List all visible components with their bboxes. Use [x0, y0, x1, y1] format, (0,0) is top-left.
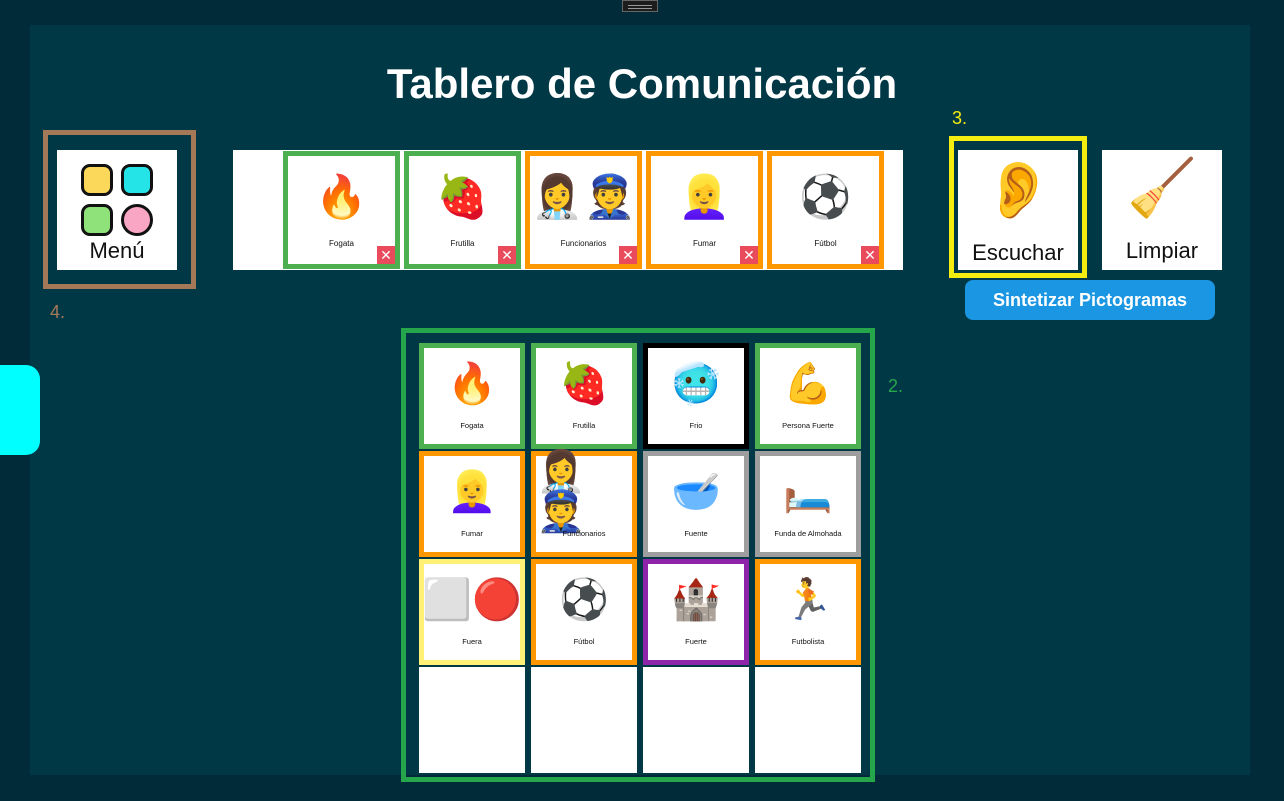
- pictogram-icon: ⚽: [799, 173, 852, 220]
- side-drawer-tab[interactable]: [0, 365, 40, 455]
- drag-handle-icon[interactable]: [622, 0, 658, 12]
- close-icon[interactable]: ✕: [377, 246, 395, 264]
- board-cell-label: Fuente: [684, 529, 708, 538]
- pictogram-icon: 👩‍⚕️👮: [536, 450, 586, 534]
- strip-card[interactable]: 🍓 Frutilla ✕: [404, 151, 521, 269]
- pictogram-icon: 🏃: [783, 578, 833, 622]
- empty-cell: [419, 667, 525, 773]
- menu-tile: [81, 164, 113, 196]
- board-cell[interactable]: 🔥 Fogata: [419, 343, 525, 449]
- close-icon[interactable]: ✕: [740, 246, 758, 264]
- board-cell[interactable]: 🛏️ Funda de Almohada: [755, 451, 861, 557]
- board-cell[interactable]: 🥶 Frio: [643, 343, 749, 449]
- close-icon[interactable]: ✕: [498, 246, 516, 264]
- pictogram-icon: 🏰: [671, 578, 721, 622]
- pictogram-board: 🔥 Fogata 🍓 Frutilla 🥶 Frio 💪 Persona Fuerte 👱‍♀️…: [416, 340, 862, 774]
- board-cell-label: Frutilla: [572, 421, 596, 430]
- listen-button[interactable]: 👂 Escuchar: [958, 150, 1078, 270]
- empty-cell: [531, 667, 637, 773]
- sentence-strip: 🔥 Fogata ✕ 🍓 Frutilla ✕ 👩‍⚕️👮 Funcionarios ✕ 👱‍♀️…: [233, 150, 903, 270]
- synthesize-button[interactable]: Sintetizar Pictogramas: [965, 280, 1215, 320]
- page-title: Tablero de Comunicación: [386, 60, 898, 107]
- empty-cell: [755, 667, 861, 773]
- board-cell[interactable]: 💪 Persona Fuerte: [755, 343, 861, 449]
- grid-icon: [81, 164, 153, 236]
- pictogram-icon: 🥶: [671, 362, 721, 406]
- board-cell[interactable]: 👩‍⚕️👮 Funcionarios: [531, 451, 637, 557]
- board-cell-label: Funcionarios: [562, 529, 606, 538]
- callout-3-label: 3.: [952, 108, 968, 128]
- pictogram-icon: 👱‍♀️: [447, 470, 497, 514]
- listen-label: Escuchar: [972, 240, 1064, 265]
- strip-card[interactable]: 🔥 Fogata ✕: [283, 151, 400, 269]
- pictogram-icon: 🔥: [315, 173, 368, 220]
- board-cell-label: Persona Fuerte: [782, 421, 834, 430]
- pictogram-icon: ⬜🔴: [422, 578, 522, 622]
- menu-tile: [121, 204, 153, 236]
- callout-2-label: 2.: [888, 376, 904, 396]
- board-cell-label: Fútbol: [573, 637, 595, 646]
- board-cell[interactable]: 🥣 Fuente: [643, 451, 749, 557]
- menu-tile: [121, 164, 153, 196]
- close-icon[interactable]: ✕: [619, 246, 637, 264]
- pictogram-icon: 👩‍⚕️👮: [531, 173, 636, 220]
- ear-icon: 👂: [983, 158, 1053, 221]
- clear-label: Limpiar: [1125, 238, 1199, 263]
- board-cell[interactable]: ⬜🔴 Fuera: [419, 559, 525, 665]
- board-cell-label: Frio: [689, 421, 703, 430]
- pictogram-icon: 🛏️: [783, 470, 833, 514]
- clear-button[interactable]: 🧹 Limpiar: [1102, 150, 1222, 270]
- board-cell[interactable]: 🏰 Fuerte: [643, 559, 749, 665]
- board-cell-label: Fuerte: [685, 637, 707, 646]
- board-cell-label: Fuera: [462, 637, 482, 646]
- pictogram-icon: 🍓: [436, 173, 489, 220]
- pictogram-icon: ⚽: [559, 578, 609, 622]
- broom-icon: 🧹: [1127, 156, 1197, 219]
- board-cell-label: Fumar: [461, 529, 483, 538]
- menu-tile: [81, 204, 113, 236]
- pictogram-icon: 🔥: [447, 362, 497, 406]
- menu-label: Menú: [89, 238, 145, 263]
- pictogram-icon: 🍓: [559, 362, 609, 406]
- menu-button[interactable]: Menú: [57, 150, 177, 270]
- callout-4-label: 4.: [50, 302, 66, 322]
- close-icon[interactable]: ✕: [861, 246, 879, 264]
- board-cell-label: Fogata: [460, 421, 484, 430]
- strip-card[interactable]: 👱‍♀️ Fumar ✕: [646, 151, 763, 269]
- strip-card[interactable]: 👩‍⚕️👮 Funcionarios ✕: [525, 151, 642, 269]
- board-cell[interactable]: 🏃 Futbolista: [755, 559, 861, 665]
- pictogram-icon: 💪: [783, 362, 833, 406]
- board-cell[interactable]: 🍓 Frutilla: [531, 343, 637, 449]
- board-cell[interactable]: ⚽ Fútbol: [531, 559, 637, 665]
- pictogram-icon: 👱‍♀️: [678, 173, 731, 220]
- pictogram-icon: 🥣: [671, 470, 721, 514]
- board-cell[interactable]: 👱‍♀️ Fumar: [419, 451, 525, 557]
- strip-card[interactable]: ⚽ Fútbol ✕: [767, 151, 884, 269]
- board-cell-label: Funda de Almohada: [774, 529, 842, 538]
- empty-cell: [643, 667, 749, 773]
- board-cell-label: Futbolista: [791, 637, 825, 646]
